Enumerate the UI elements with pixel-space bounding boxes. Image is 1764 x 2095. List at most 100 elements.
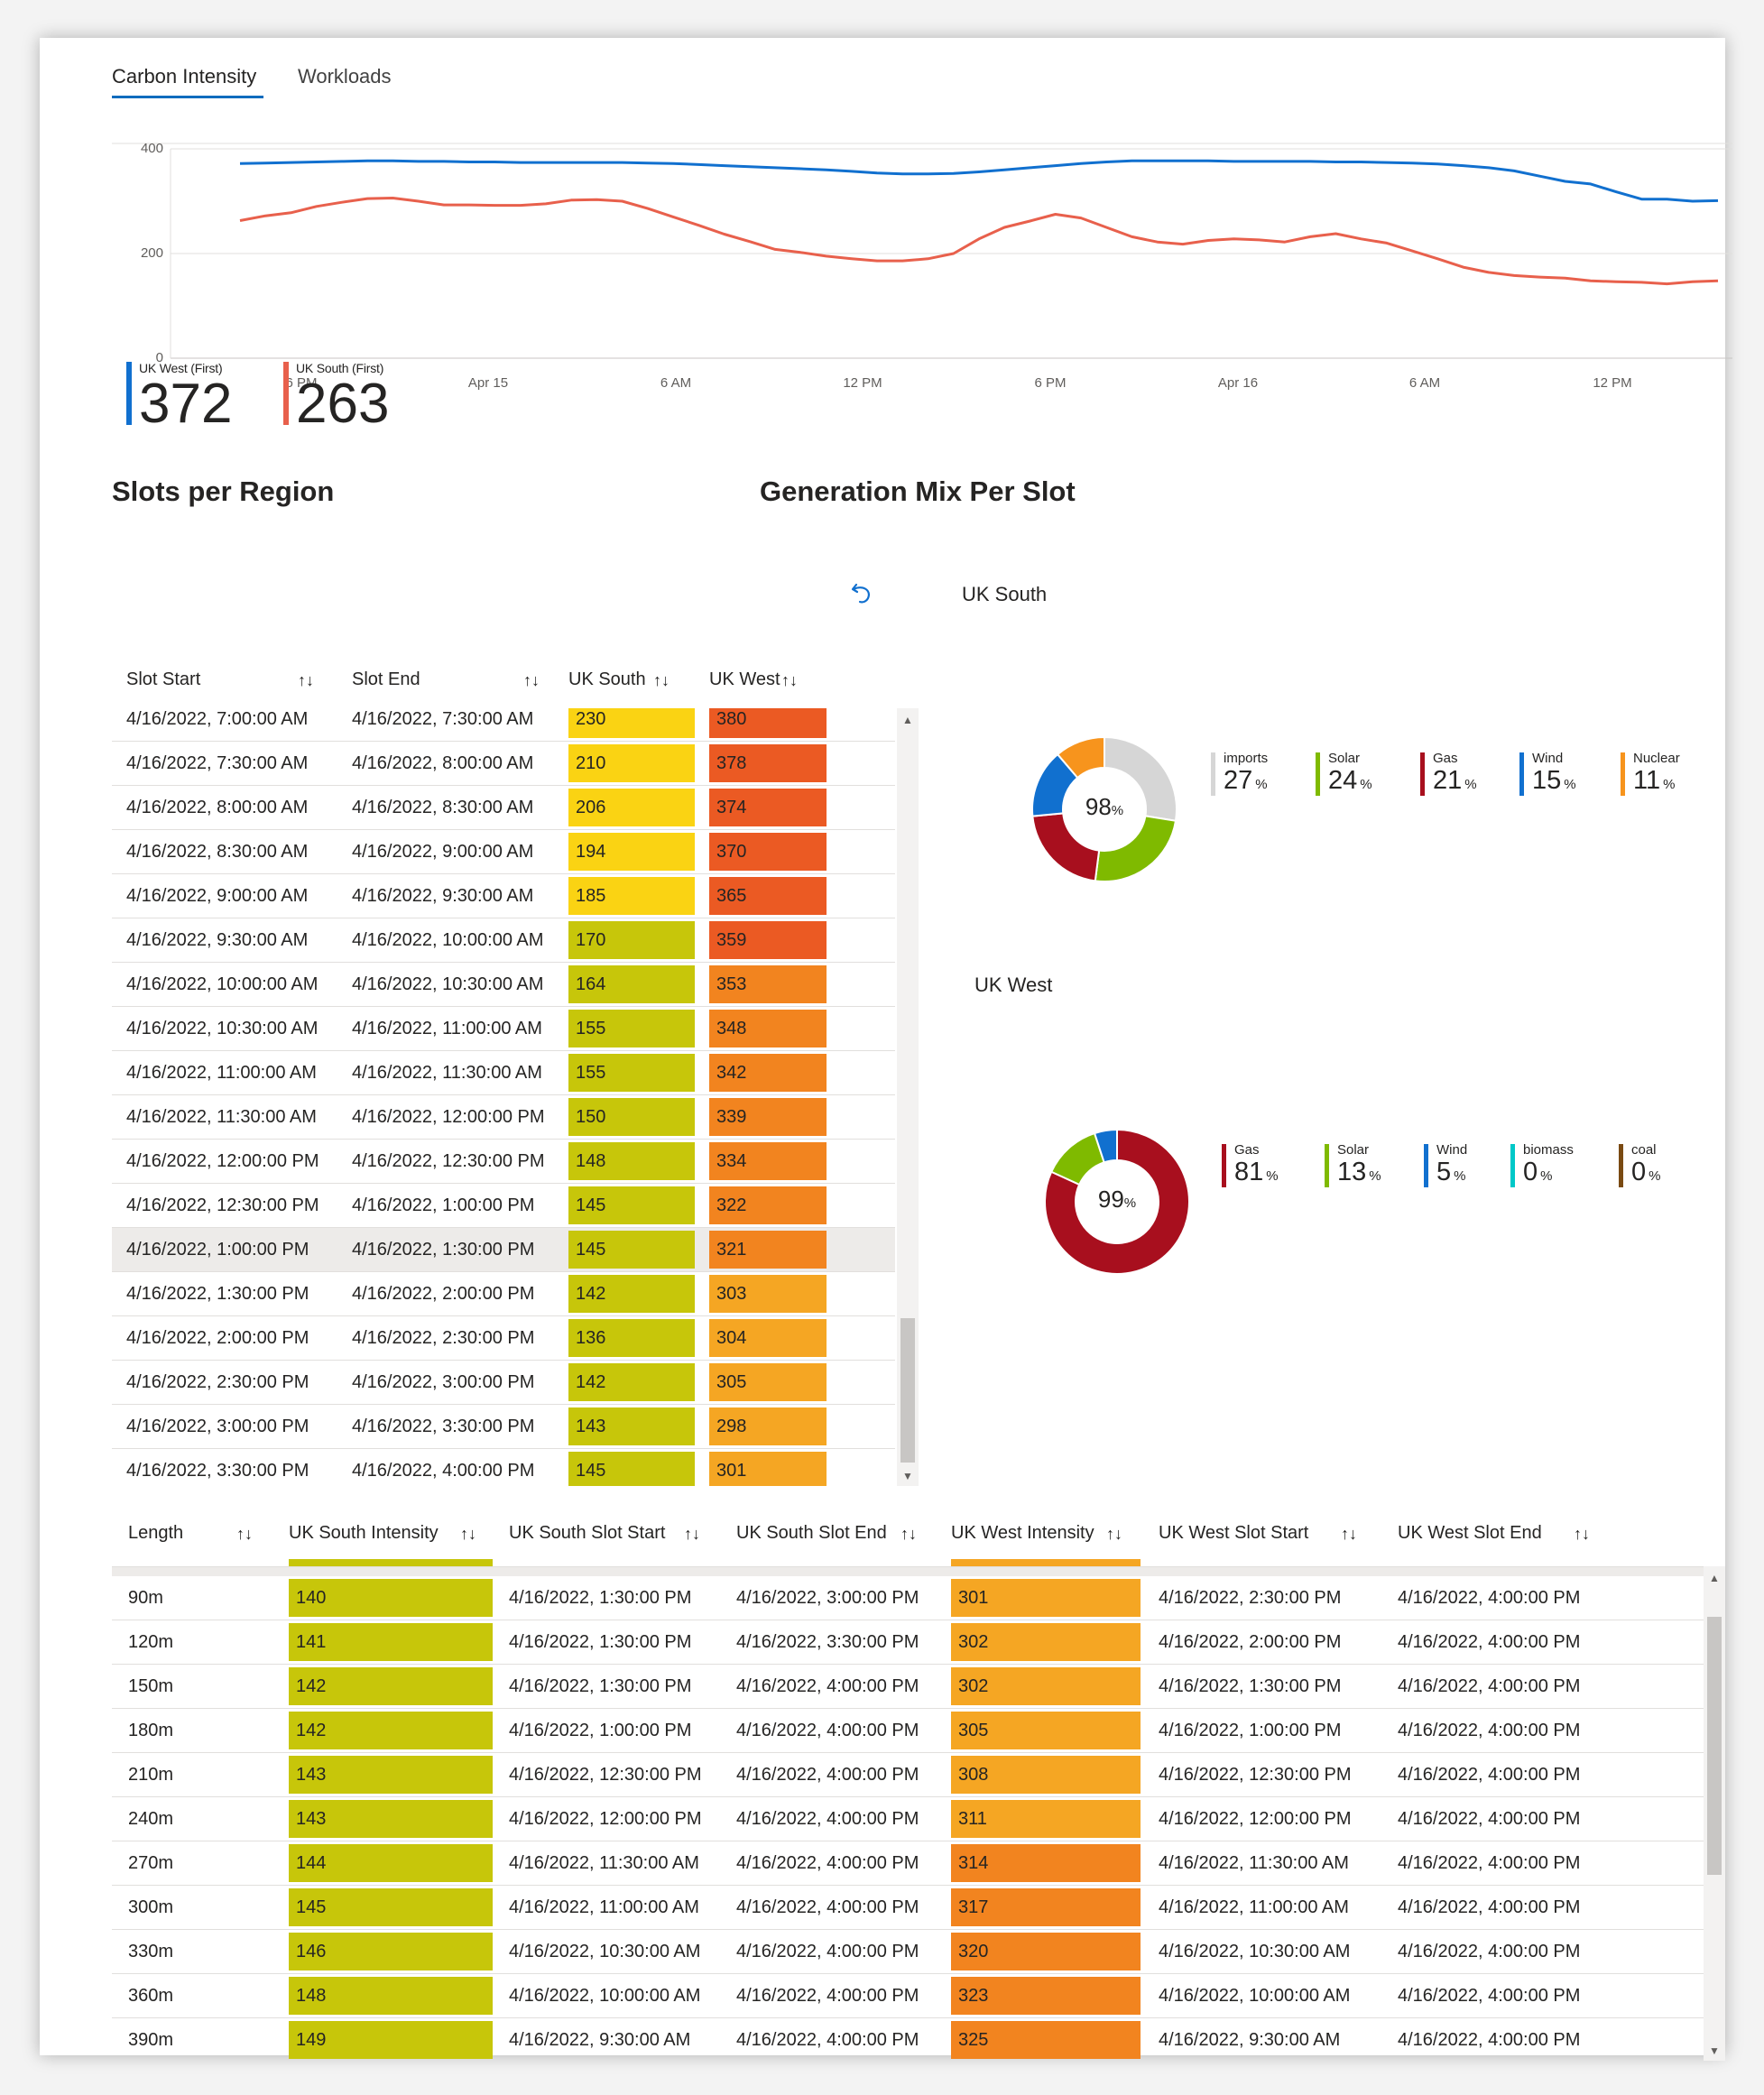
table-row[interactable]: 4/16/2022, 9:30:00 AM 4/16/2022, 10:00:00…: [112, 918, 895, 963]
column-header[interactable]: UK South Slot Start: [509, 1523, 665, 1544]
table-row[interactable]: 4/16/2022, 11:00:00 AM 4/16/2022, 11:30:0…: [112, 1051, 895, 1095]
sort-icon[interactable]: ↑↓: [523, 671, 540, 690]
column-header[interactable]: UK West Slot Start: [1159, 1523, 1308, 1544]
uk-west-slot-start-cell: 4/16/2022, 12:30:00 PM: [1159, 1765, 1352, 1785]
legend-item[interactable]: Gas 81%: [1222, 1142, 1312, 1187]
sort-icon[interactable]: ↑↓: [236, 1525, 253, 1544]
table-row[interactable]: 4/16/2022, 2:00:00 PM 4/16/2022, 2:30:00 …: [112, 1316, 895, 1361]
sort-icon[interactable]: ↑↓: [460, 1525, 476, 1544]
best-slots-by-length-table[interactable]: Length ↑↓ UK South Intensity ↑↓ UK South Slo…: [112, 1483, 1727, 2061]
table-row[interactable]: 360m 148 4/16/2022, 10:00:00 AM 4/16/2022, …: [112, 1974, 1704, 2018]
table-row[interactable]: 4/16/2022, 11:30:00 AM 4/16/2022, 12:00:0…: [112, 1095, 895, 1140]
donut-slice-solar[interactable]: [1094, 815, 1178, 882]
uk-west-intensity-cell: 325: [951, 2021, 1141, 2059]
column-header[interactable]: UK West Intensity: [951, 1523, 1094, 1544]
column-header[interactable]: Length: [128, 1523, 183, 1544]
slot-end-cell: 4/16/2022, 10:00:00 AM: [352, 930, 544, 950]
scroll-thumb[interactable]: [900, 1318, 915, 1463]
legend-item[interactable]: biomass 0%: [1510, 1142, 1601, 1187]
legend-item[interactable]: coal 0%: [1619, 1142, 1709, 1187]
uk-west-slot-start-cell: 4/16/2022, 1:00:00 PM: [1159, 1721, 1342, 1740]
slots-per-region-table[interactable]: Slot Start ↑↓ Slot End ↑↓ UK South ↑↓ UK West ↑…: [112, 624, 924, 1490]
legend-value: 21%: [1433, 766, 1477, 796]
table-row[interactable]: 390m 149 4/16/2022, 9:30:00 AM 4/16/2022, 4…: [112, 2018, 1704, 2061]
series-line-uk-west[interactable]: [239, 159, 1719, 203]
table-row[interactable]: 300m 145 4/16/2022, 11:00:00 AM 4/16/2022, …: [112, 1886, 1704, 1930]
sort-icon[interactable]: ↑↓: [298, 671, 314, 690]
uk-south-slot-start-cell: 4/16/2022, 12:00:00 PM: [509, 1809, 702, 1829]
scroll-thumb[interactable]: [1707, 1617, 1722, 1875]
legend-item[interactable]: Wind 5%: [1424, 1142, 1514, 1187]
table-row[interactable]: 4/16/2022, 7:30:00 AM 4/16/2022, 8:00:00 …: [112, 742, 895, 786]
sort-icon[interactable]: ↑↓: [684, 1525, 700, 1544]
table-row[interactable]: 4/16/2022, 10:30:00 AM 4/16/2022, 11:00:0…: [112, 1007, 895, 1051]
sort-icon[interactable]: ↑↓: [653, 671, 670, 690]
uk-west-slot-end-cell: 4/16/2022, 4:00:00 PM: [1398, 1942, 1581, 1961]
scroll-up-icon[interactable]: ▲: [1704, 1572, 1725, 1584]
table-row[interactable]: 210m 143 4/16/2022, 12:30:00 PM 4/16/2022, …: [112, 1753, 1704, 1797]
table-row[interactable]: 4/16/2022, 10:00:00 AM 4/16/2022, 10:30:0…: [112, 963, 895, 1007]
sort-icon[interactable]: ↑↓: [781, 671, 798, 690]
table-row[interactable]: 4/16/2022, 3:00:00 PM 4/16/2022, 3:30:00 …: [112, 1405, 895, 1449]
table-row[interactable]: 120m 141 4/16/2022, 1:30:00 PM 4/16/2022, 3…: [112, 1620, 1704, 1665]
sort-icon[interactable]: ↑↓: [1106, 1525, 1122, 1544]
table-row[interactable]: 150m 142 4/16/2022, 1:30:00 PM 4/16/2022, 4…: [112, 1665, 1704, 1709]
table-row[interactable]: 330m 146 4/16/2022, 10:30:00 AM 4/16/2022, …: [112, 1930, 1704, 1974]
undo-icon[interactable]: [850, 579, 875, 606]
legend-item[interactable]: Solar 13%: [1325, 1142, 1415, 1187]
slot-end-cell: 4/16/2022, 3:00:00 PM: [352, 1372, 535, 1392]
table-row[interactable]: 4/16/2022, 3:30:00 PM 4/16/2022, 4:00:00 …: [112, 1449, 895, 1486]
table-row[interactable]: 4/16/2022, 12:00:00 PM 4/16/2022, 12:30:0…: [112, 1140, 895, 1184]
legend-item[interactable]: Gas 21%: [1420, 751, 1510, 796]
header-color-strip: [951, 1559, 1141, 1566]
scroll-down-icon[interactable]: ▼: [1704, 2044, 1725, 2057]
series-line-uk-south[interactable]: [239, 197, 1719, 286]
table-row[interactable]: 4/16/2022, 8:00:00 AM 4/16/2022, 8:30:00 …: [112, 786, 895, 830]
table-row[interactable]: 4/16/2022, 7:00:00 AM 4/16/2022, 7:30:00 …: [112, 708, 895, 742]
table-row[interactable]: 4/16/2022, 8:30:00 AM 4/16/2022, 9:00:00 …: [112, 830, 895, 874]
slots-per-region-title: Slots per Region: [112, 475, 335, 507]
column-header[interactable]: UK West: [709, 669, 780, 690]
table-row[interactable]: 270m 144 4/16/2022, 11:30:00 AM 4/16/2022, …: [112, 1841, 1704, 1886]
uk-west-intensity-cell: 359: [709, 921, 827, 959]
length-cell: 330m: [128, 1942, 174, 1961]
table-row[interactable]: 4/16/2022, 1:00:00 PM 4/16/2022, 1:30:00 …: [112, 1228, 895, 1272]
legend-item[interactable]: Nuclear 11%: [1621, 751, 1711, 796]
uk-west-intensity-cell: 348: [709, 1010, 827, 1048]
tab-workloads[interactable]: Workloads: [298, 65, 392, 88]
table-row[interactable]: 4/16/2022, 2:30:00 PM 4/16/2022, 3:00:00 …: [112, 1361, 895, 1405]
legend-color-bar: [1619, 1144, 1623, 1187]
scroll-up-icon[interactable]: ▲: [897, 714, 919, 726]
column-header[interactable]: Slot Start: [126, 669, 200, 690]
column-header[interactable]: UK South Slot End: [736, 1523, 887, 1544]
vertical-scrollbar[interactable]: ▲ ▼: [1704, 1566, 1725, 2061]
legend-number: 0: [1523, 1158, 1538, 1186]
uk-south-intensity-cell: 150: [568, 1098, 695, 1136]
uk-south-intensity-cell: 155: [568, 1054, 695, 1092]
legend-item[interactable]: imports 27%: [1211, 751, 1301, 796]
tab-carbon-intensity[interactable]: Carbon Intensity: [112, 65, 256, 88]
scroll-down-icon[interactable]: ▼: [897, 1470, 919, 1482]
table-row[interactable]: 180m 142 4/16/2022, 1:00:00 PM 4/16/2022, 4…: [112, 1709, 1704, 1753]
uk-west-slot-end-cell: 4/16/2022, 4:00:00 PM: [1398, 2030, 1581, 2050]
legend-item[interactable]: Wind 15%: [1519, 751, 1610, 796]
sort-icon[interactable]: ↑↓: [900, 1525, 917, 1544]
legend-item[interactable]: Solar 24%: [1316, 751, 1406, 796]
table-row[interactable]: 4/16/2022, 9:00:00 AM 4/16/2022, 9:30:00 …: [112, 874, 895, 918]
sort-icon[interactable]: ↑↓: [1341, 1525, 1357, 1544]
slot-start-cell: 4/16/2022, 2:30:00 PM: [126, 1372, 309, 1392]
column-header[interactable]: Slot End: [352, 669, 420, 690]
uk-south-intensity-cell: 145: [568, 1231, 695, 1269]
table-row[interactable]: 4/16/2022, 12:30:00 PM 4/16/2022, 1:00:00…: [112, 1184, 895, 1228]
legend-name: Nuclear: [1633, 751, 1680, 766]
percent-sign: %: [1663, 777, 1676, 792]
sort-icon[interactable]: ↑↓: [1574, 1525, 1590, 1544]
column-header[interactable]: UK West Slot End: [1398, 1523, 1542, 1544]
vertical-scrollbar[interactable]: ▲ ▼: [897, 708, 919, 1486]
column-header[interactable]: UK South: [568, 669, 646, 690]
table-row[interactable]: 4/16/2022, 1:30:00 PM 4/16/2022, 2:00:00 …: [112, 1272, 895, 1316]
table-row[interactable]: 90m 140 4/16/2022, 1:30:00 PM 4/16/2022, 3:…: [112, 1576, 1704, 1620]
donut-slice-gas[interactable]: [1031, 812, 1101, 882]
column-header[interactable]: UK South Intensity: [289, 1523, 439, 1544]
table-row[interactable]: 240m 143 4/16/2022, 12:00:00 PM 4/16/2022, …: [112, 1797, 1704, 1841]
